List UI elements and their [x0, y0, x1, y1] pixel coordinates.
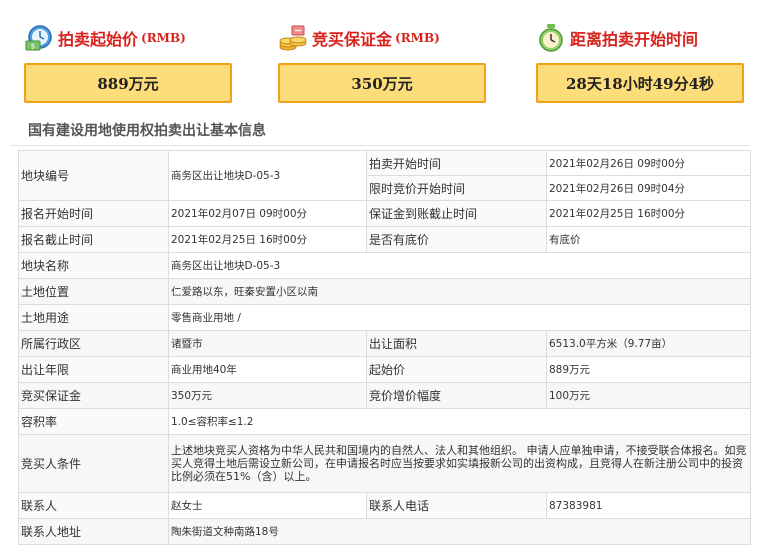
- start-price-title: 拍卖起始价: [58, 30, 139, 49]
- table-row: 土地用途 零售商业用地 /: [18, 304, 751, 331]
- start-price-label: 起始价: [366, 356, 547, 383]
- section-title: 国有建设用地使用权拍卖出让基本信息: [10, 120, 750, 146]
- table-row: 联系人 赵女士 联系人电话 87383981: [18, 492, 751, 519]
- coins-icon: [278, 23, 308, 53]
- plot-ratio-label: 容积率: [18, 408, 169, 435]
- term-value: 商业用地40年: [168, 356, 367, 383]
- parcel-name-label: 地块名称: [18, 252, 169, 279]
- area-value: 6513.0平方米（9.77亩）: [546, 330, 751, 357]
- table-row: 竞买人条件 上述地块竞买人资格为中华人民共和国境内的自然人、法人和其他组织。 申…: [18, 434, 751, 493]
- table-row: 容积率 1.0≤容积率≤1.2: [18, 408, 751, 435]
- address-label: 联系人地址: [18, 518, 169, 545]
- increment-label: 竞价增价幅度: [366, 382, 547, 409]
- location-value: 仁爱路以东，旺秦安置小区以南: [168, 278, 751, 305]
- start-price-cell: 889万元: [546, 356, 751, 383]
- area-label: 出让面积: [366, 330, 547, 357]
- timed-bid-label: 限时竞价开始时间: [366, 175, 547, 201]
- table-row: 地块编号 商务区出让地块D-05-3 拍卖开始时间 2021年02月26日 09…: [18, 150, 751, 201]
- table-row: 地块名称 商务区出让地块D-05-3: [18, 252, 751, 279]
- countdown-header: 距离拍卖开始时间: [536, 24, 698, 52]
- table-row: 土地位置 仁爱路以东，旺秦安置小区以南: [18, 278, 751, 305]
- table-row: 报名开始时间 2021年02月07日 09时00分 保证金到账截止时间 2021…: [18, 200, 751, 227]
- parcel-name-value: 商务区出让地块D-05-3: [168, 252, 751, 279]
- district-value: 诸暨市: [168, 330, 367, 357]
- land-info-table: 地块编号 商务区出让地块D-05-3 拍卖开始时间 2021年02月26日 09…: [18, 150, 751, 545]
- svg-text:$: $: [31, 43, 35, 51]
- countdown-panel: 距离拍卖开始时间 28天18小时49分4秒: [536, 0, 760, 110]
- deposit-value: 350万元: [278, 63, 486, 103]
- auction-start-label: 拍卖开始时间: [366, 150, 547, 176]
- deposit-panel: 竞买保证金 (RMB) 350万元: [278, 0, 508, 110]
- increment-value: 100万元: [546, 382, 751, 409]
- conditions-value: 上述地块竞买人资格为中华人民共和国境内的自然人、法人和其他组织。 申请人应单独申…: [168, 434, 751, 493]
- table-row: 报名截止时间 2021年02月25日 16时00分 是否有底价 有底价: [18, 226, 751, 253]
- phone-value: 87383981: [546, 492, 751, 519]
- table-row: 联系人地址 陶朱街道文种南路18号: [18, 518, 751, 545]
- term-label: 出让年限: [18, 356, 169, 383]
- location-label: 土地位置: [18, 278, 169, 305]
- deposit-header: 竞买保证金 (RMB): [278, 24, 440, 52]
- parcel-no-value: 商务区出让地块D-05-3: [168, 150, 367, 201]
- start-price-header: $ 拍卖起始价 (RMB): [24, 24, 186, 52]
- reg-end-label: 报名截止时间: [18, 226, 169, 253]
- plot-ratio-value: 1.0≤容积率≤1.2: [168, 408, 751, 435]
- district-label: 所属行政区: [18, 330, 169, 357]
- phone-label: 联系人电话: [366, 492, 547, 519]
- countdown-value: 28天18小时49分4秒: [536, 63, 744, 103]
- auction-start-value: 2021年02月26日 09时00分: [546, 150, 751, 176]
- start-price-unit: (RMB): [141, 31, 186, 45]
- deposit-deadline-value: 2021年02月25日 16时00分: [546, 200, 751, 227]
- alarm-clock-icon: [536, 23, 566, 53]
- table-row: 出让年限 商业用地40年 起始价 889万元: [18, 356, 751, 383]
- reg-start-label: 报名开始时间: [18, 200, 169, 227]
- bid-deposit-label: 竞买保证金: [18, 382, 169, 409]
- reg-end-value: 2021年02月25日 16时00分: [168, 226, 367, 253]
- contact-value: 赵女士: [168, 492, 367, 519]
- auction-summary: $ 拍卖起始价 (RMB) 889万元 竞买保证金 (RMB) 350万元 距离…: [0, 0, 760, 110]
- reserve-label: 是否有底价: [366, 226, 547, 253]
- reg-start-value: 2021年02月07日 09时00分: [168, 200, 367, 227]
- usage-value: 零售商业用地 /: [168, 304, 751, 331]
- parcel-no-label: 地块编号: [18, 150, 169, 201]
- contact-label: 联系人: [18, 492, 169, 519]
- start-price-value: 889万元: [24, 63, 232, 103]
- table-row: 竞买保证金 350万元 竞价增价幅度 100万元: [18, 382, 751, 409]
- countdown-title: 距离拍卖开始时间: [570, 30, 699, 49]
- bid-deposit-value: 350万元: [168, 382, 367, 409]
- deposit-deadline-label: 保证金到账截止时间: [366, 200, 547, 227]
- reserve-value: 有底价: [546, 226, 751, 253]
- deposit-title: 竞买保证金: [312, 30, 393, 49]
- conditions-label: 竞买人条件: [18, 434, 169, 493]
- address-value: 陶朱街道文种南路18号: [168, 518, 751, 545]
- money-clock-icon: $: [24, 23, 54, 53]
- timed-bid-value: 2021年02月26日 09时04分: [546, 175, 751, 201]
- table-row: 所属行政区 诸暨市 出让面积 6513.0平方米（9.77亩）: [18, 330, 751, 357]
- usage-label: 土地用途: [18, 304, 169, 331]
- deposit-unit: (RMB): [395, 31, 440, 45]
- start-price-panel: $ 拍卖起始价 (RMB) 889万元: [24, 0, 254, 110]
